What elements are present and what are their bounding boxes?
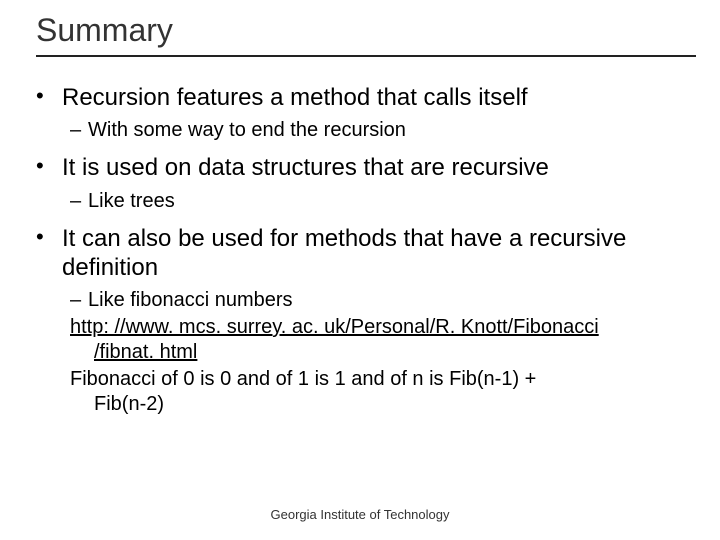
list-item: • Recursion features a method that calls… [36, 83, 696, 143]
sub-list: –With some way to end the recursion [70, 118, 696, 143]
list-item: –Like trees [70, 189, 696, 214]
sub-list: –Like trees [70, 189, 696, 214]
dash-icon: – [70, 189, 88, 214]
bullet-text: It is used on data structures that are r… [62, 153, 696, 182]
bullet-dot-icon: • [36, 83, 62, 110]
sub-list: –Like fibonacci numbers http: //www. mcs… [70, 288, 696, 417]
bullet-dot-icon: • [36, 224, 62, 251]
sub-text: Fibonacci of 0 is 0 and of 1 is 1 and of… [70, 368, 536, 390]
list-item: • It can also be used for methods that h… [36, 224, 696, 418]
sub-text: Like trees [88, 190, 175, 212]
sub-text: With some way to end the recursion [88, 119, 406, 141]
list-item: http: //www. mcs. surrey. ac. uk/Persona… [70, 315, 696, 365]
bullet-dot-icon: • [36, 153, 62, 180]
bullet-text: Recursion features a method that calls i… [62, 83, 696, 112]
slide-title: Summary [36, 12, 696, 57]
dash-icon: – [70, 288, 88, 313]
list-item: • It is used on data structures that are… [36, 153, 696, 213]
sub-text: Like fibonacci numbers [88, 289, 293, 311]
list-item: –With some way to end the recursion [70, 118, 696, 143]
list-item: Fibonacci of 0 is 0 and of 1 is 1 and of… [70, 367, 696, 417]
list-item: –Like fibonacci numbers [70, 288, 696, 313]
link-text[interactable]: http: //www. mcs. surrey. ac. uk/Persona… [70, 315, 696, 340]
sub-text: Fib(n-2) [70, 393, 164, 415]
bullet-list: • Recursion features a method that calls… [36, 83, 696, 417]
dash-icon: – [70, 118, 88, 143]
footer-text: Georgia Institute of Technology [0, 507, 720, 522]
link-text[interactable]: /fibnat. html [70, 340, 696, 365]
bullet-text: It can also be used for methods that hav… [62, 224, 696, 283]
